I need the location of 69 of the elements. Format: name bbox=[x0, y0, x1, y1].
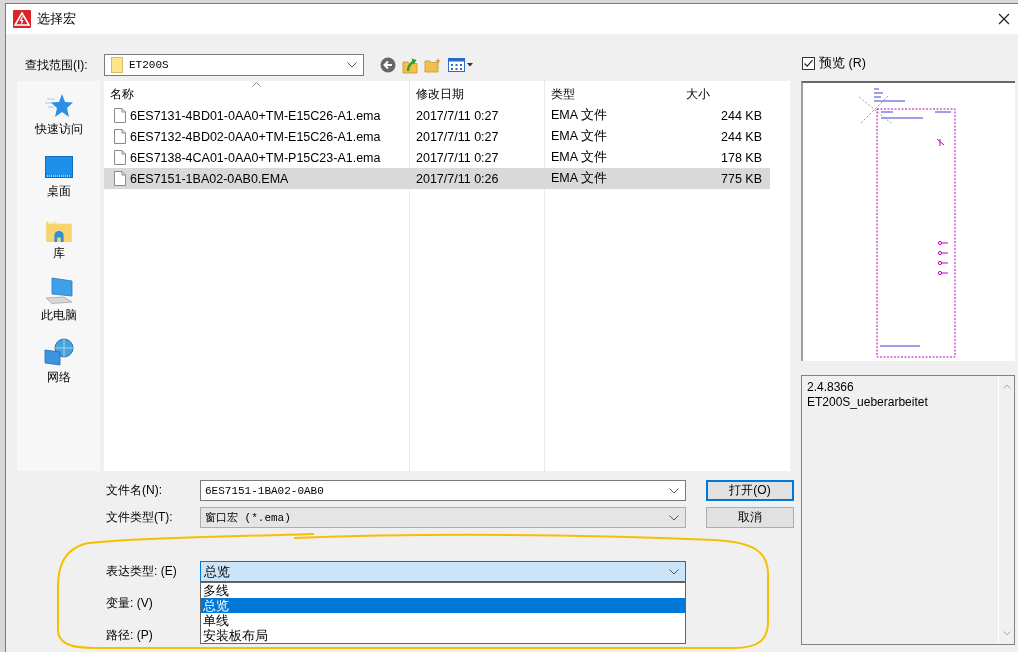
sidebar-item[interactable]: 此电脑 bbox=[20, 274, 97, 336]
close-icon bbox=[998, 13, 1010, 25]
file-name: 6ES7138-4CA01-0AA0+TM-P15C23-A1.ema bbox=[130, 150, 381, 165]
cancel-button[interactable]: 取消 bbox=[706, 507, 794, 528]
file-row[interactable]: 6ES7138-4CA01-0AA0+TM-P15C23-A1.ema 2017/7/11 0:27 EMA 文件 178 KB bbox=[104, 147, 770, 168]
description-line: ET200S_ueberarbeitet bbox=[807, 395, 929, 410]
column-header[interactable]: 大小 bbox=[680, 83, 770, 105]
representation-label: 表达类型: (E) bbox=[106, 563, 178, 580]
file-size: 178 KB bbox=[721, 150, 762, 165]
folder-icon bbox=[45, 220, 72, 242]
dropdown-option[interactable]: 单线 bbox=[201, 613, 685, 628]
sidebar-item[interactable]: 库 bbox=[20, 212, 97, 274]
file-type: EMA 文件 bbox=[551, 170, 607, 187]
file-icon bbox=[114, 129, 126, 144]
modified-date: 2017/7/11 0:27 bbox=[416, 129, 499, 144]
file-size: 775 KB bbox=[721, 171, 762, 186]
file-type: EMA 文件 bbox=[551, 128, 607, 145]
file-row[interactable]: 6ES7132-4BD02-0AA0+TM-E15C26-A1.ema 2017/7/11 0:27 EMA 文件 244 KB bbox=[104, 126, 770, 147]
file-size: 244 KB bbox=[721, 108, 762, 123]
back-icon[interactable] bbox=[380, 57, 396, 73]
look-in-label: 查找范围(I): bbox=[25, 56, 89, 74]
chevron-down-icon bbox=[669, 487, 679, 494]
sidebar-item[interactable]: 网络 bbox=[20, 336, 97, 398]
modified-date: 2017/7/11 0:26 bbox=[416, 171, 499, 186]
column-header[interactable]: 名称 bbox=[104, 83, 410, 105]
file-icon bbox=[114, 171, 126, 186]
look-in-dropdown[interactable]: ET200S bbox=[104, 54, 364, 76]
file-size: 244 KB bbox=[721, 129, 762, 144]
sidebar-item[interactable]: 快速访问 bbox=[20, 88, 97, 150]
file-type-label: 文件类型(T): bbox=[106, 509, 174, 526]
file-type: EMA 文件 bbox=[551, 107, 607, 124]
chevron-down-icon bbox=[669, 514, 679, 521]
dropdown-option[interactable]: 多线 bbox=[201, 583, 685, 598]
modified-date: 2017/7/11 0:27 bbox=[416, 150, 499, 165]
file-name: 6ES7132-4BD02-0AA0+TM-E15C26-A1.ema bbox=[130, 129, 381, 144]
dropdown-option[interactable]: 安装板布局 bbox=[201, 628, 685, 643]
view-menu-icon[interactable] bbox=[448, 58, 474, 72]
modified-date: 2017/7/11 0:27 bbox=[416, 108, 499, 123]
description-line: 2.4.8366 bbox=[807, 380, 855, 395]
star-icon bbox=[44, 93, 73, 118]
desktop-icon bbox=[44, 156, 73, 178]
path-label: 路径: (P) bbox=[106, 627, 154, 644]
folder-icon bbox=[111, 57, 123, 73]
file-icon bbox=[114, 150, 126, 165]
column-header[interactable]: 修改日期 bbox=[410, 83, 545, 105]
column-header[interactable]: 类型 bbox=[545, 83, 680, 105]
window-title: 选择宏 bbox=[37, 10, 76, 28]
globe-icon bbox=[43, 338, 74, 366]
file-name-field[interactable]: 6ES7151-1BA02-0AB0 bbox=[200, 480, 686, 501]
variant-label: 变量: (V) bbox=[106, 595, 154, 612]
computer-icon bbox=[43, 276, 74, 304]
file-name-label: 文件名(N): bbox=[106, 482, 163, 499]
open-button[interactable]: 打开(O) bbox=[706, 480, 794, 501]
representation-dropdown[interactable]: 总览 bbox=[200, 561, 686, 582]
warning-triangle-icon bbox=[13, 10, 31, 28]
preview-checkbox[interactable] bbox=[802, 56, 815, 70]
file-name: 6ES7151-1BA02-0AB0.EMA bbox=[130, 171, 289, 186]
file-name: 6ES7131-4BD01-0AA0+TM-E15C26-A1.ema bbox=[130, 108, 381, 123]
file-type-dropdown[interactable]: 窗口宏 (*.ema) bbox=[200, 507, 686, 528]
dropdown-option[interactable]: 总览 bbox=[201, 598, 685, 613]
sidebar-item[interactable]: 桌面 bbox=[20, 150, 97, 212]
file-icon bbox=[114, 108, 126, 123]
chevron-down-icon bbox=[669, 568, 679, 575]
file-type: EMA 文件 bbox=[551, 149, 607, 166]
file-row[interactable]: 6ES7131-4BD01-0AA0+TM-E15C26-A1.ema 2017/7/11 0:27 EMA 文件 244 KB bbox=[104, 105, 770, 126]
preview-label: 预览 (R) bbox=[819, 54, 866, 72]
file-row[interactable]: 6ES7151-1BA02-0AB0.EMA 2017/7/11 0:26 EMA 文件 775 KB bbox=[104, 168, 770, 189]
chevron-down-icon bbox=[347, 62, 357, 68]
up-folder-icon[interactable] bbox=[402, 56, 418, 74]
